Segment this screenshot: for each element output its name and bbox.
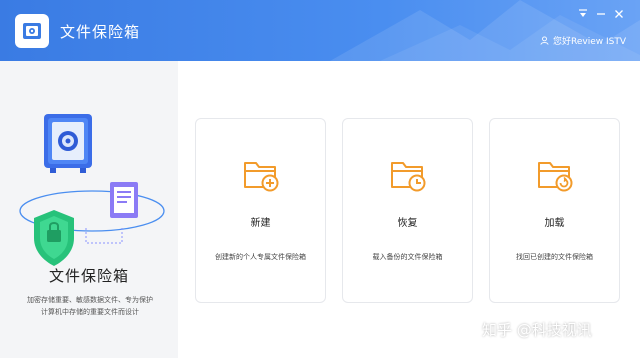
create-vault-label: 新建: [250, 218, 271, 229]
folder-clock-icon: [391, 162, 426, 192]
app-logo: [15, 14, 49, 48]
user-account[interactable]: 您好Review ISTV: [540, 34, 626, 47]
safe-logo-icon: [23, 23, 41, 39]
load-vault-card[interactable]: 加载 找回已创建的文件保险箱: [489, 118, 620, 303]
folder-reload-icon: [538, 162, 573, 192]
restore-vault-description: 载入备份的文件保险箱: [372, 253, 443, 261]
close-icon[interactable]: [612, 8, 626, 22]
left-panel-title: 文件保险箱: [48, 267, 129, 285]
title-bar: 文件保险箱 您好Review ISTV: [0, 0, 640, 61]
watermark: 知乎 @科技视讯: [482, 321, 592, 339]
user-greeting: 您好Review ISTV: [553, 37, 626, 47]
folder-add-icon: [244, 162, 279, 192]
left-panel: 文件保险箱 加密存储重要、敏感数据文件、专为保护计算机中存储的重要文件而设计: [0, 61, 178, 358]
load-vault-description: 找回已创建的文件保险箱: [516, 253, 593, 261]
restore-vault-card[interactable]: 恢复 载入备份的文件保险箱: [342, 118, 473, 303]
restore-vault-label: 恢复: [397, 218, 418, 229]
minimize-icon[interactable]: [594, 8, 608, 22]
load-vault-label: 加载: [544, 218, 565, 229]
left-panel-description: 加密存储重要、敏感数据文件、专为保护计算机中存储的重要文件而设计: [27, 296, 153, 316]
dropdown-icon[interactable]: [576, 8, 590, 22]
create-vault-card[interactable]: 新建 创建新的个人专属文件保险箱: [195, 118, 326, 303]
create-vault-description: 创建新的个人专属文件保险箱: [215, 253, 306, 261]
app-title: 文件保险箱: [60, 23, 141, 41]
user-icon: [540, 36, 549, 45]
